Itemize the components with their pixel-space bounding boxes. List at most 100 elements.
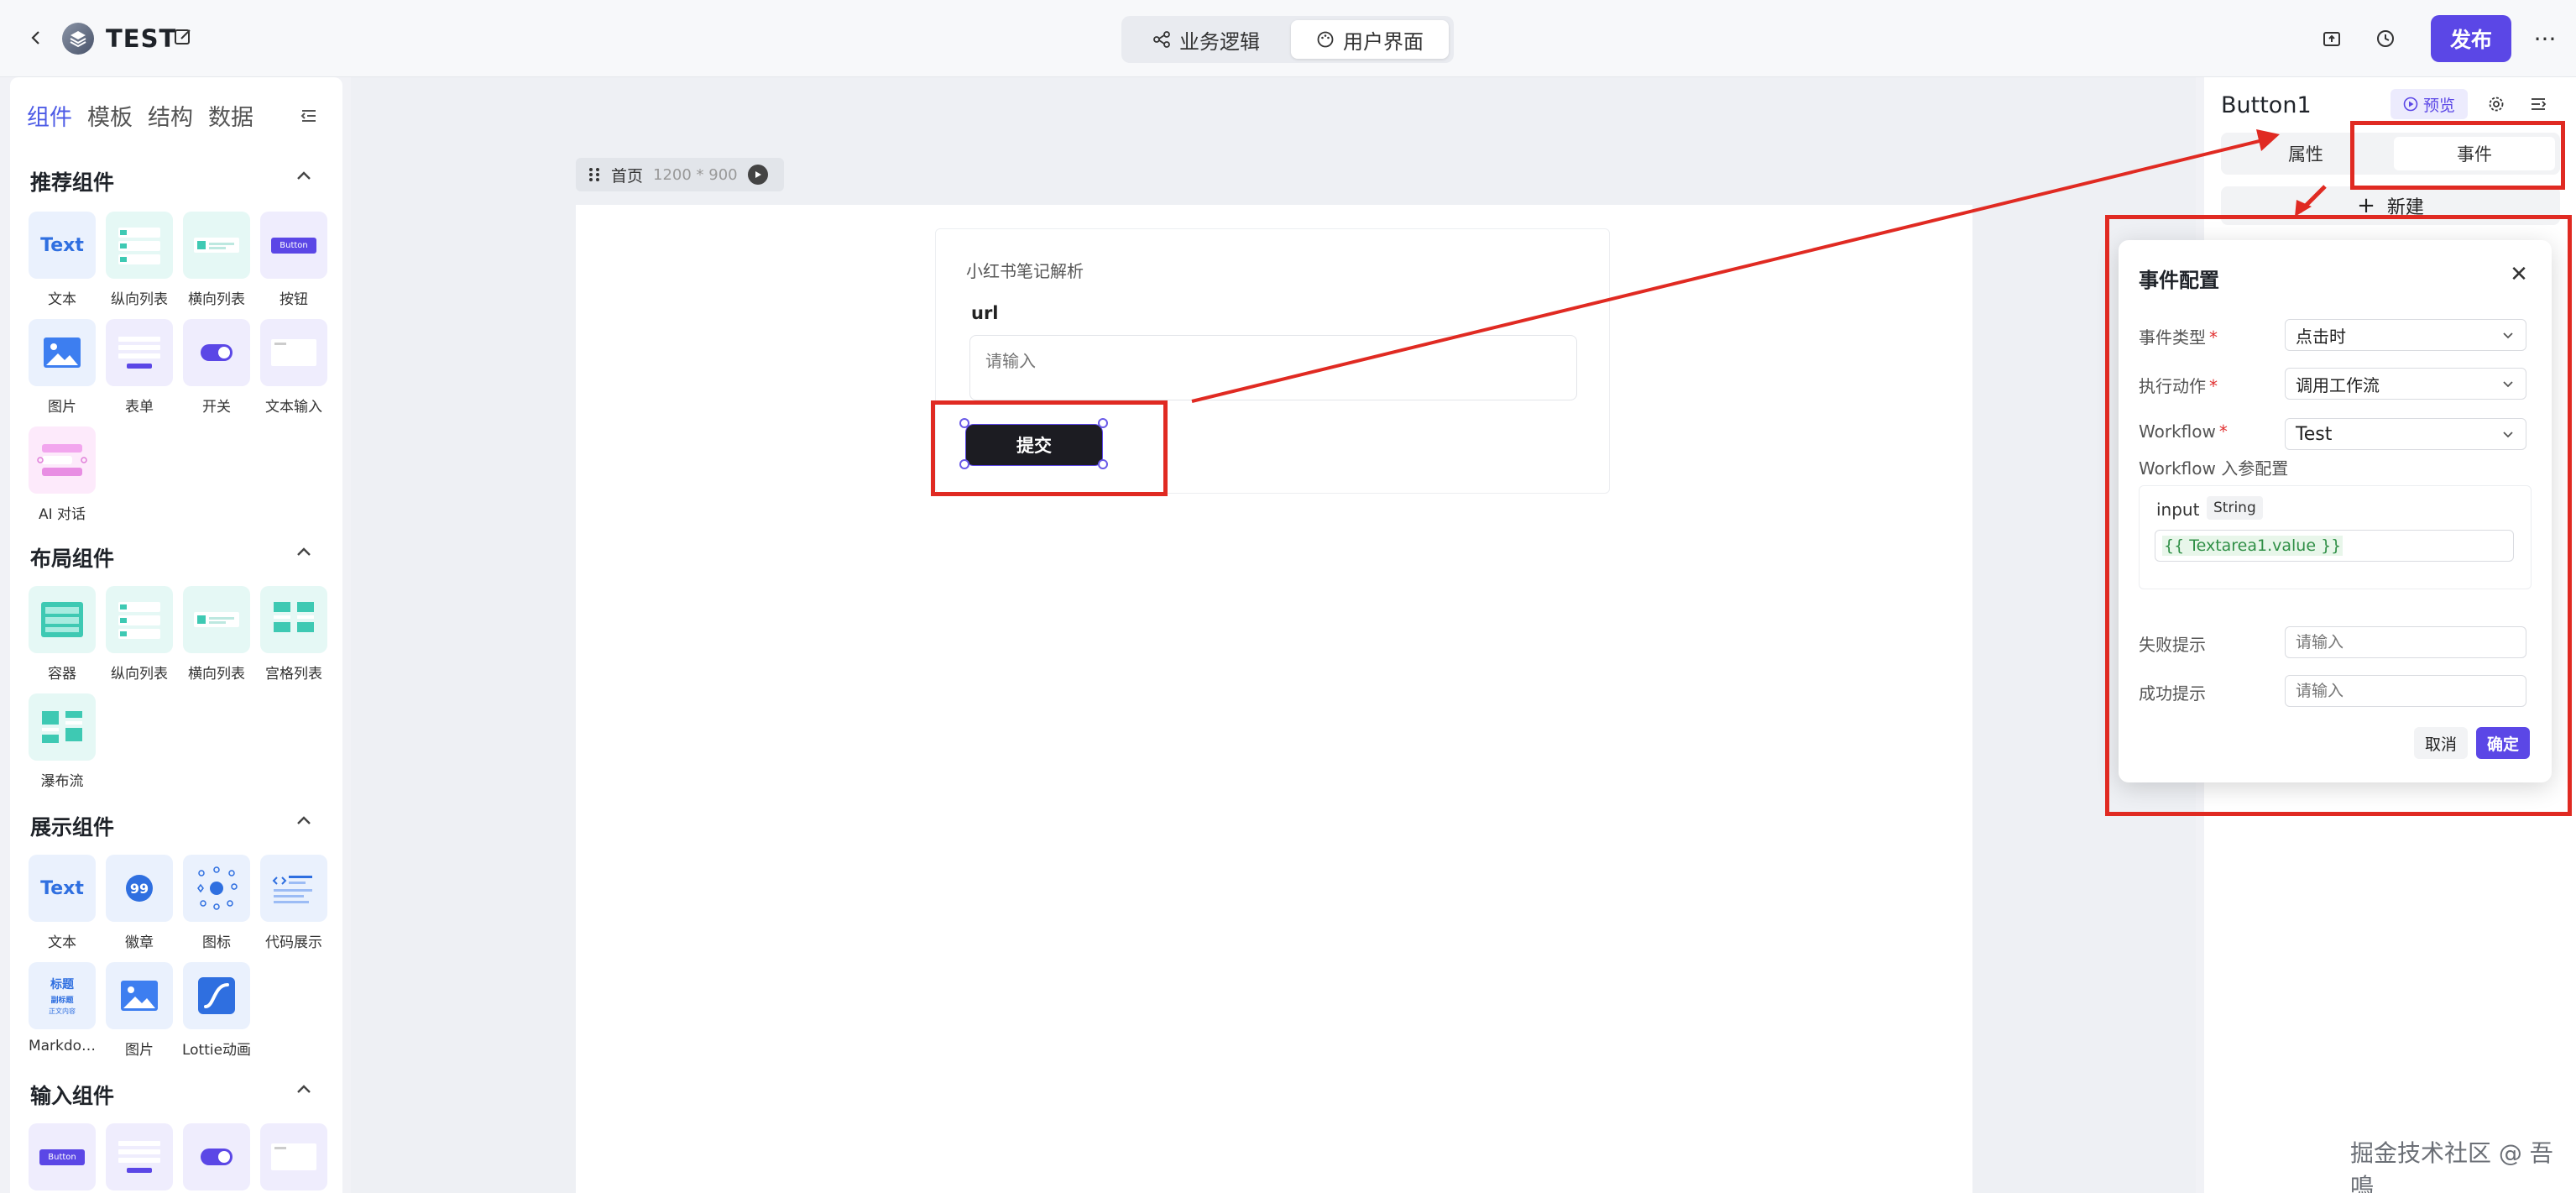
- card-title: 小红书笔记解析: [966, 261, 1084, 281]
- image-thumb-icon: [106, 962, 173, 1029]
- edit-icon[interactable]: [173, 27, 196, 50]
- event-type-label: 事件类型 *: [2139, 327, 2218, 348]
- confirm-button[interactable]: 确定: [2476, 727, 2530, 759]
- component-horizontal-list[interactable]: 横向列表: [181, 212, 252, 308]
- component-horizontal-list[interactable]: 横向列表: [181, 586, 252, 683]
- resize-handle[interactable]: [1098, 459, 1108, 469]
- chevron-down-icon: [2503, 432, 2513, 438]
- tab-templates[interactable]: 模板: [87, 99, 133, 138]
- component-text[interactable]: Text 文本: [27, 212, 97, 308]
- component-input-button[interactable]: Button: [27, 1123, 97, 1190]
- tab-data[interactable]: 数据: [208, 99, 253, 138]
- component-markdown[interactable]: 标题 副标题 正文内容 Markdo…: [27, 962, 97, 1054]
- component-input-form[interactable]: [104, 1123, 175, 1190]
- preview-button[interactable]: 预览: [2391, 89, 2468, 119]
- workflow-select[interactable]: Test: [2285, 418, 2526, 450]
- chevron-up-icon[interactable]: [292, 541, 321, 569]
- badge-number: 99: [126, 875, 153, 902]
- resize-handle[interactable]: [959, 459, 969, 469]
- event-type-select[interactable]: 点击时: [2285, 319, 2526, 351]
- param-type-badge: String: [2207, 496, 2263, 520]
- component-form[interactable]: 表单: [104, 319, 175, 416]
- component-ai-chat[interactable]: AI 对话: [27, 426, 97, 523]
- component-label: 横向列表: [188, 666, 245, 683]
- chevron-down-icon: [2503, 381, 2513, 388]
- component-label: 图片: [125, 1042, 154, 1059]
- resize-handle[interactable]: [1098, 418, 1108, 428]
- vertical-list-thumb-icon: [106, 212, 173, 279]
- back-chevron-icon[interactable]: [22, 24, 50, 52]
- chevron-up-icon[interactable]: [292, 1078, 321, 1107]
- tab-user-interface[interactable]: 用户界面: [1291, 20, 1449, 59]
- horizontal-list-thumb-icon: [183, 586, 250, 653]
- close-icon[interactable]: ✕: [2506, 262, 2532, 287]
- chevron-up-icon[interactable]: [292, 165, 321, 193]
- tab-components[interactable]: 组件: [27, 99, 72, 138]
- component-label: 代码展示: [265, 934, 322, 951]
- component-icon[interactable]: 图标: [181, 855, 252, 951]
- component-input-switch[interactable]: [181, 1123, 252, 1190]
- play-icon[interactable]: [747, 165, 768, 185]
- gear-icon[interactable]: [2485, 92, 2508, 116]
- component-display-image[interactable]: 图片: [104, 962, 175, 1059]
- new-event-button[interactable]: + 新建: [2221, 186, 2560, 225]
- component-text-input[interactable]: 文本输入: [259, 319, 329, 416]
- component-display-text[interactable]: Text 文本: [27, 855, 97, 951]
- component-label: Markdo…: [28, 1038, 97, 1054]
- param-name: input: [2156, 500, 2200, 520]
- section-title-layout: 布局组件: [30, 547, 115, 571]
- tab-business-logic[interactable]: 业务逻辑: [1126, 20, 1286, 59]
- url-input[interactable]: [969, 335, 1577, 400]
- action-label: 执行动作 *: [2139, 376, 2218, 396]
- component-label: 图标: [202, 934, 231, 951]
- component-label: 纵向列表: [111, 666, 168, 683]
- preview-label: 预览: [2422, 96, 2455, 115]
- action-select[interactable]: 调用工作流: [2285, 368, 2526, 400]
- fail-hint-label: 失败提示: [2139, 635, 2206, 655]
- vertical-list-thumb-icon: [106, 586, 173, 653]
- save-to-cloud-icon[interactable]: [2318, 25, 2345, 52]
- param-value-input[interactable]: {{ Textarea1.value }}: [2155, 530, 2514, 562]
- markdown-subheading: 副标题: [50, 997, 74, 1005]
- history-icon[interactable]: [2372, 25, 2399, 52]
- tab-attributes[interactable]: 属性: [2226, 137, 2385, 170]
- icon-thumb-icon: [183, 855, 250, 922]
- component-container[interactable]: 容器: [27, 586, 97, 683]
- component-vertical-list[interactable]: 纵向列表: [104, 586, 175, 683]
- more-options-icon[interactable]: ···: [2528, 22, 2562, 55]
- properties-tabs: 属性 事件: [2221, 133, 2560, 175]
- action-label-text: 执行动作: [2139, 376, 2206, 396]
- chevron-up-icon[interactable]: [292, 809, 321, 838]
- tab-events[interactable]: 事件: [2394, 137, 2555, 170]
- component-switch[interactable]: 开关: [181, 319, 252, 416]
- component-button[interactable]: Button 按钮: [259, 212, 329, 308]
- component-grid-list[interactable]: 宫格列表: [259, 586, 329, 683]
- component-label: 徽章: [125, 934, 154, 951]
- collapse-panel-icon[interactable]: [299, 106, 324, 131]
- flow-icon: [1153, 31, 1170, 48]
- component-code-display[interactable]: 代码展示: [259, 855, 329, 951]
- component-badge[interactable]: 99 徽章: [104, 855, 175, 951]
- workflow-params-box: input String {{ Textarea1.value }}: [2139, 485, 2532, 589]
- component-waterfall[interactable]: 瀑布流: [27, 693, 97, 790]
- cancel-button[interactable]: 取消: [2414, 727, 2468, 759]
- success-hint-input[interactable]: [2285, 675, 2526, 707]
- fail-hint-input[interactable]: [2285, 626, 2526, 658]
- text-glyph: Text: [40, 234, 84, 256]
- publish-button[interactable]: 发布: [2431, 15, 2511, 62]
- resize-handle[interactable]: [959, 418, 969, 428]
- component-vertical-list[interactable]: 纵向列表: [104, 212, 175, 308]
- workflow-label: Workflow *: [2139, 421, 2228, 442]
- drag-handle-icon[interactable]: [588, 166, 601, 183]
- component-input-text-input[interactable]: [259, 1123, 329, 1190]
- component-lottie[interactable]: Lottie动画: [181, 962, 252, 1059]
- code-thumb-icon: [260, 855, 327, 922]
- tab-structure[interactable]: 结构: [148, 99, 193, 138]
- section-title-recommended: 推荐组件: [30, 170, 115, 195]
- component-image[interactable]: 图片: [27, 319, 97, 416]
- submit-button[interactable]: 提交: [965, 424, 1103, 466]
- button-thumb-icon: Button: [29, 1123, 96, 1190]
- play-circle-icon: [2403, 97, 2418, 112]
- expand-panel-icon[interactable]: [2526, 92, 2550, 116]
- page-label-bar[interactable]: 首页 1200 * 900: [576, 158, 784, 191]
